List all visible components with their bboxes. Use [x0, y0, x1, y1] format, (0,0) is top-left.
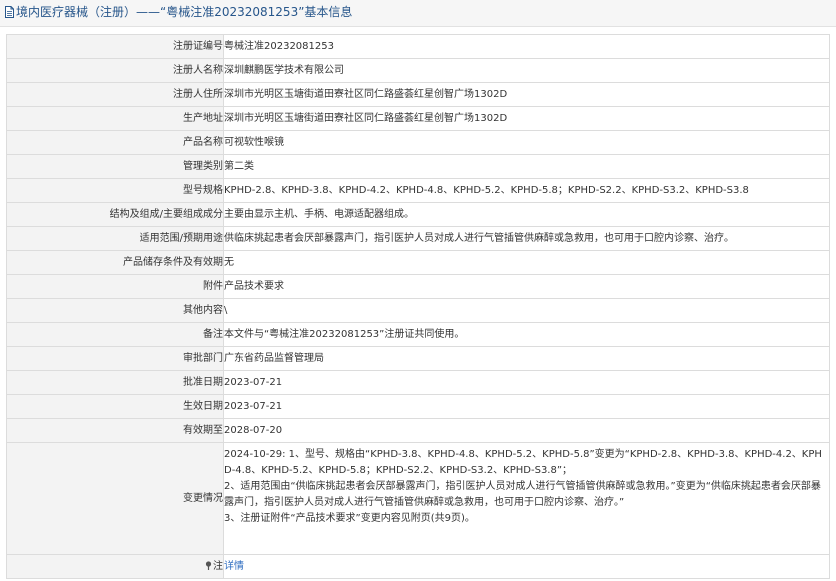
details-link[interactable]: 详情 [225, 561, 245, 572]
note-row: 注详情 [6, 554, 830, 579]
row-label: 批准日期 [6, 370, 224, 395]
info-row: 附件 产品技术要求 [6, 274, 830, 299]
info-row: 批准日期 2023-07-21 [6, 370, 830, 395]
info-row: 结构及组成/主要组成成分 主要由显示主机、手柄、电源适配器组成。 [6, 202, 830, 227]
row-value: 本文件与“粤械注准20232081253”注册证共同使用。 [223, 322, 830, 347]
row-label: 注册人名称 [6, 58, 224, 83]
change-history-row: 变更情况 2024-10-29: 1、型号、规格由“KPHD-3.8、KPHD-4… [6, 442, 830, 555]
row-label: 注册人住所 [6, 82, 224, 107]
row-label: 备注 [6, 322, 224, 347]
info-row: 备注 本文件与“粤械注准20232081253”注册证共同使用。 [6, 322, 830, 347]
note-label-cell: 注 [6, 554, 224, 579]
page-title: 境内医疗器械（注册）——“粤械注准20232081253”基本信息 [16, 5, 353, 19]
page-header: 境内医疗器械（注册）——“粤械注准20232081253”基本信息 [0, 0, 836, 27]
row-label: 适用范围/预期用途 [6, 226, 224, 251]
info-row: 管理类别 第二类 [6, 154, 830, 179]
row-value: 第二类 [223, 154, 830, 179]
info-row: 其他内容 \ [6, 298, 830, 323]
row-label: 生产地址 [6, 106, 224, 131]
info-row: 生产地址 深圳市光明区玉塘街道田寮社区同仁路盛荟红星创智广场1302D [6, 106, 830, 131]
row-value: 2023-07-21 [223, 370, 830, 395]
row-value: 深圳市光明区玉塘街道田寮社区同仁路盛荟红星创智广场1302D [223, 106, 830, 131]
info-row: 生效日期 2023-07-21 [6, 394, 830, 419]
pin-icon [205, 561, 212, 570]
note-value: 详情 [223, 554, 830, 579]
row-label: 审批部门 [6, 346, 224, 371]
info-row: 产品名称 可视软性喉镜 [6, 130, 830, 155]
info-row: 产品储存条件及有效期无 [6, 250, 830, 275]
row-value: 无 [223, 250, 830, 275]
row-value: \ [223, 298, 830, 323]
row-value: 供临床挑起患者会厌部暴露声门，指引医护人员对成人进行气管插管供麻醉或急救用，也可… [223, 226, 830, 251]
row-label: 管理类别 [6, 154, 224, 179]
info-row: 有效期至 2028-07-20 [6, 418, 830, 443]
row-value: 可视软性喉镜 [223, 130, 830, 155]
document-icon [5, 6, 14, 18]
row-label: 产品储存条件及有效期 [6, 250, 224, 275]
row-value: 广东省药品监督管理局 [223, 346, 830, 371]
row-label: 注册证编号 [6, 34, 224, 59]
info-table: 注册证编号 粤械注准20232081253 注册人名称 深圳麒鹏医学技术有限公司 注册人… [6, 34, 830, 579]
note-label: 注 [213, 561, 223, 572]
info-row: 审批部门 广东省药品监督管理局 [6, 346, 830, 371]
row-value: KPHD-2.8、KPHD-3.8、KPHD-4.2、KPHD-4.8、KPHD… [223, 178, 830, 203]
row-value: 主要由显示主机、手柄、电源适配器组成。 [223, 202, 830, 227]
change-label: 变更情况 [6, 442, 224, 555]
row-label: 有效期至 [6, 418, 224, 443]
change-details: 2024-10-29: 1、型号、规格由“KPHD-3.8、KPHD-4.8、K… [223, 442, 830, 555]
row-label: 产品名称 [6, 130, 224, 155]
row-value: 粤械注准20232081253 [223, 34, 830, 59]
info-row: 注册人住所 深圳市光明区玉塘街道田寮社区同仁路盛荟红星创智广场1302D [6, 82, 830, 107]
row-value: 2028-07-20 [223, 418, 830, 443]
row-value: 深圳市光明区玉塘街道田寮社区同仁路盛荟红星创智广场1302D [223, 82, 830, 107]
row-value: 深圳麒鹏医学技术有限公司 [223, 58, 830, 83]
change-line: 2、适用范围由“供临床挑起患者会厌部暴露声门，指引医护人员对成人进行气管插管供麻… [224, 481, 821, 508]
row-label: 型号规格 [6, 178, 224, 203]
info-row: 注册证编号 粤械注准20232081253 [6, 34, 830, 59]
row-label: 附件 [6, 274, 224, 299]
info-row: 适用范围/预期用途 供临床挑起患者会厌部暴露声门，指引医护人员对成人进行气管插管供… [6, 226, 830, 251]
row-value: 2023-07-21 [223, 394, 830, 419]
info-row: 注册人名称 深圳麒鹏医学技术有限公司 [6, 58, 830, 83]
row-label: 其他内容 [6, 298, 224, 323]
info-row: 型号规格 KPHD-2.8、KPHD-3.8、KPHD-4.2、KPHD-4.8、… [6, 178, 830, 203]
row-label: 结构及组成/主要组成成分 [6, 202, 224, 227]
row-label: 生效日期 [6, 394, 224, 419]
change-line: 3、注册证附件“产品技术要求”变更内容见附页(共9页)。 [224, 513, 475, 524]
row-value: 产品技术要求 [223, 274, 830, 299]
change-line: 2024-10-29: 1、型号、规格由“KPHD-3.8、KPHD-4.8、K… [224, 449, 822, 476]
